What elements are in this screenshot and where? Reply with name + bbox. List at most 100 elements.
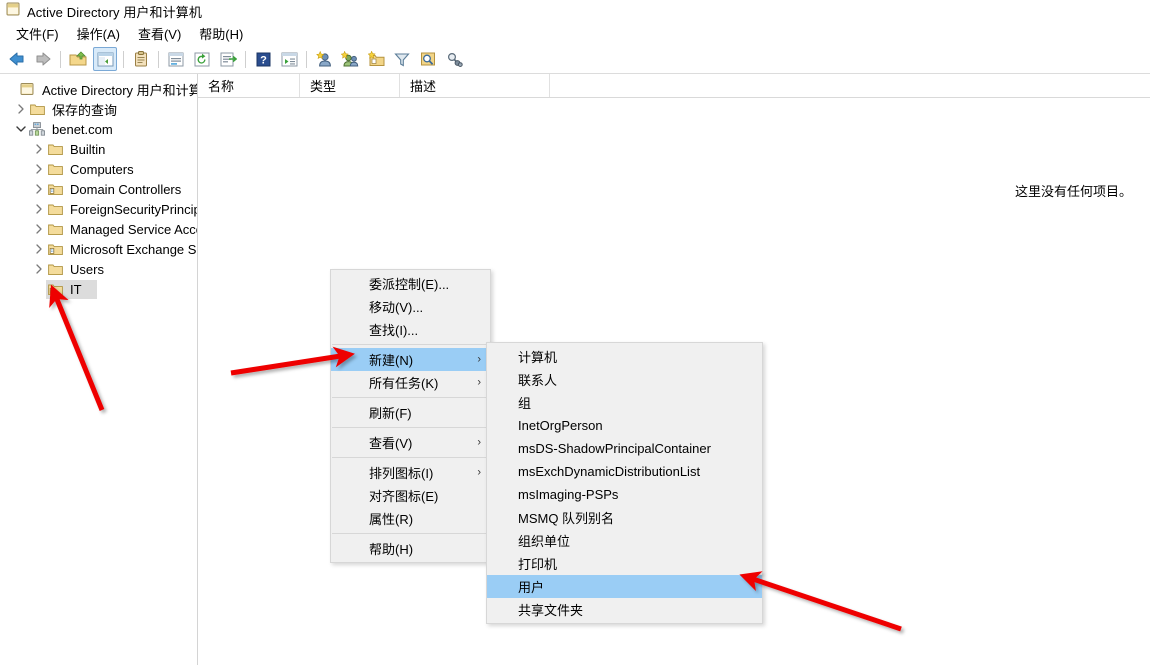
- new-submenu[interactable]: 计算机 联系人 组 InetOrgPerson msDS-ShadowPrinc…: [486, 342, 763, 624]
- tree-expander-placeholder: [4, 81, 18, 97]
- properties-clipboard-icon[interactable]: [130, 48, 152, 70]
- tree-item-label: Active Directory 用户和计算机: [42, 82, 198, 98]
- menu-item-label: 委派控制(E)...: [369, 277, 450, 292]
- menu-item-label: 组织单位: [518, 534, 571, 549]
- submenu-msds-shadowprincipalcontainer[interactable]: msDS-ShadowPrincipalContainer: [487, 437, 762, 460]
- toolbar-separator: [60, 50, 61, 68]
- tree-item-label: 保存的查询: [52, 102, 118, 118]
- folder-icon: [46, 141, 64, 157]
- menu-move[interactable]: 移动(V)...: [331, 295, 490, 318]
- menu-help[interactable]: 帮助(H): [331, 537, 490, 560]
- tree-item-domain-controllers[interactable]: Domain Controllers: [0, 179, 197, 199]
- menu-item-label: msImaging-PSPs: [518, 487, 619, 502]
- tree-item-label: Computers: [70, 161, 134, 177]
- chevron-right-icon[interactable]: [32, 201, 46, 217]
- tree-item-it[interactable]: IT: [0, 279, 197, 299]
- submenu-group[interactable]: 组: [487, 391, 762, 414]
- menu-new[interactable]: 新建(N) ›: [331, 348, 490, 371]
- list-view-icon[interactable]: [165, 48, 187, 70]
- folder-icon: [46, 261, 64, 277]
- tree-item-label: Domain Controllers: [70, 181, 182, 197]
- tree-item-label: benet.com: [52, 121, 113, 137]
- chevron-right-icon[interactable]: [32, 181, 46, 197]
- chevron-right-icon[interactable]: [14, 101, 28, 117]
- menu-align-icons[interactable]: 对齐图标(E): [331, 484, 490, 507]
- saved-query-icon[interactable]: [443, 48, 465, 70]
- column-header-description[interactable]: 描述: [400, 74, 550, 97]
- empty-list-message: 这里没有任何项目。: [1014, 184, 1132, 199]
- export-list-icon[interactable]: [217, 48, 239, 70]
- toolbar-separator: [158, 50, 159, 68]
- menu-separator: [332, 397, 489, 398]
- tree-item-selection[interactable]: IT: [46, 279, 97, 299]
- console-tree-panel[interactable]: Active Directory 用户和计算机 保存的查询 benet.com …: [0, 74, 198, 665]
- new-group-icon[interactable]: [339, 48, 361, 70]
- submenu-organizational-unit[interactable]: 组织单位: [487, 529, 762, 552]
- menu-delegate-control[interactable]: 委派控制(E)...: [331, 272, 490, 295]
- title-bar: Active Directory 用户和计算机: [0, 0, 1150, 22]
- filter-icon[interactable]: [391, 48, 413, 70]
- toolbar-separator: [306, 50, 307, 68]
- menu-properties[interactable]: 属性(R): [331, 507, 490, 530]
- submenu-user[interactable]: 用户: [487, 575, 762, 598]
- menu-find[interactable]: 查找(I)...: [331, 318, 490, 341]
- chevron-right-icon[interactable]: [32, 141, 46, 157]
- tree-item-label: Managed Service Acco: [70, 221, 198, 237]
- context-menu[interactable]: 委派控制(E)... 移动(V)... 查找(I)... 新建(N) › 所有任…: [330, 269, 491, 563]
- menu-help[interactable]: 帮助(H): [191, 22, 251, 45]
- show-hide-tree-icon[interactable]: [93, 47, 117, 71]
- menu-view[interactable]: 查看(V) ›: [331, 431, 490, 454]
- menu-file[interactable]: 文件(F): [8, 22, 67, 45]
- column-header-name[interactable]: 名称: [198, 74, 300, 97]
- tree-expander-placeholder: [32, 281, 46, 297]
- chevron-right-icon: ›: [477, 353, 481, 365]
- menu-item-label: 计算机: [518, 350, 558, 365]
- submenu-computer[interactable]: 计算机: [487, 345, 762, 368]
- menu-item-label: InetOrgPerson: [518, 418, 603, 433]
- menu-item-label: msExchDynamicDistributionList: [518, 464, 701, 479]
- submenu-inetorgperson[interactable]: InetOrgPerson: [487, 414, 762, 437]
- chevron-right-icon[interactable]: [32, 221, 46, 237]
- submenu-shared-folder[interactable]: 共享文件夹: [487, 598, 762, 621]
- refresh-icon[interactable]: [191, 48, 213, 70]
- submenu-msexchdynamicdistributionlist[interactable]: msExchDynamicDistributionList: [487, 460, 762, 483]
- submenu-printer[interactable]: 打印机: [487, 552, 762, 575]
- menu-item-label: 对齐图标(E): [369, 489, 439, 504]
- tree-item-microsoft-exchange-security-groups[interactable]: Microsoft Exchange Se: [0, 239, 197, 259]
- menu-all-tasks[interactable]: 所有任务(K) ›: [331, 371, 490, 394]
- submenu-msimaging-psps[interactable]: msImaging-PSPs: [487, 483, 762, 506]
- tree-item-saved-queries[interactable]: 保存的查询: [0, 99, 197, 119]
- tree-item-managed-service-accounts[interactable]: Managed Service Acco: [0, 219, 197, 239]
- menu-refresh[interactable]: 刷新(F): [331, 401, 490, 424]
- tree-item-users[interactable]: Users: [0, 259, 197, 279]
- tree-item-root[interactable]: Active Directory 用户和计算机: [0, 79, 197, 99]
- menu-item-label: 新建(N): [369, 353, 414, 368]
- find-icon[interactable]: [417, 48, 439, 70]
- show-console-tree-icon[interactable]: [278, 48, 300, 70]
- menu-arrange-icons[interactable]: 排列图标(I) ›: [331, 461, 490, 484]
- menu-view[interactable]: 查看(V): [130, 22, 189, 45]
- chevron-right-icon[interactable]: [32, 261, 46, 277]
- menu-bar: 文件(F) 操作(A) 查看(V) 帮助(H): [0, 22, 1150, 45]
- chevron-right-icon[interactable]: [32, 241, 46, 257]
- submenu-contact[interactable]: 联系人: [487, 368, 762, 391]
- forward-arrow-icon[interactable]: [32, 48, 54, 70]
- chevron-right-icon[interactable]: [32, 161, 46, 177]
- chevron-down-icon[interactable]: [14, 121, 28, 137]
- column-header-type[interactable]: 类型: [300, 74, 400, 97]
- back-arrow-icon[interactable]: [6, 48, 28, 70]
- help-icon[interactable]: ?: [252, 48, 274, 70]
- menu-item-label: 所有任务(K): [369, 376, 439, 391]
- menu-separator: [332, 533, 489, 534]
- menu-item-label: 移动(V)...: [369, 300, 424, 315]
- tree-item-builtin[interactable]: Builtin: [0, 139, 197, 159]
- tree-item-computers[interactable]: Computers: [0, 159, 197, 179]
- domain-icon: [28, 121, 46, 137]
- menu-action[interactable]: 操作(A): [69, 22, 128, 45]
- up-one-level-folder-icon[interactable]: [67, 48, 89, 70]
- tree-item-foreign-security-principals[interactable]: ForeignSecurityPrincipa: [0, 199, 197, 219]
- new-ou-icon[interactable]: [365, 48, 387, 70]
- submenu-msmq-queue-alias[interactable]: MSMQ 队列别名: [487, 506, 762, 529]
- tree-item-benet-com[interactable]: benet.com: [0, 119, 197, 139]
- new-user-icon[interactable]: [313, 48, 335, 70]
